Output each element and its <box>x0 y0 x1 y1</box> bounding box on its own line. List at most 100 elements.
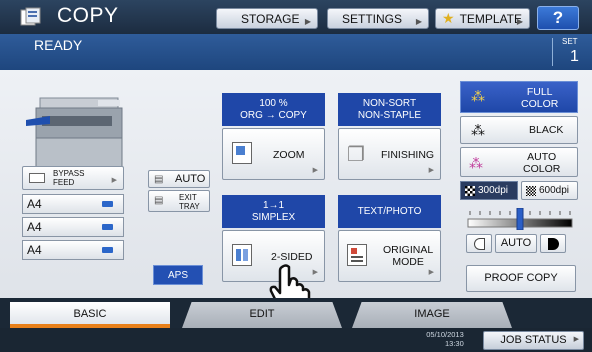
help-button[interactable]: ? <box>537 6 579 30</box>
tray-2[interactable]: A4 <box>22 217 124 237</box>
arrow-icon: ▶ <box>516 17 523 26</box>
2-sided-label: 2-SIDED <box>271 251 313 263</box>
tray-1[interactable]: A4 <box>22 194 124 214</box>
arrow-icon: ▶ <box>111 177 117 184</box>
time: 13:30 <box>445 339 464 348</box>
proof-copy-button[interactable]: PROOF COPY <box>466 265 576 292</box>
duplex-icon <box>232 244 252 266</box>
bypass-icon <box>29 173 45 183</box>
datetime: 05/10/2013 13:30 <box>422 330 464 348</box>
arrow-icon: ▶ <box>428 167 434 174</box>
tray-3[interactable]: A4 <box>22 240 124 260</box>
checker-icon <box>465 186 475 196</box>
job-status-label: JOB STATUS <box>500 334 567 346</box>
finishing-button[interactable]: ❐ FINISHING ▶ <box>338 128 441 180</box>
tray-2-size: A4 <box>27 220 42 234</box>
arrow-icon: ▶ <box>428 269 434 276</box>
arrow-icon: ▶ <box>304 17 311 26</box>
full-label-2: COLOR <box>521 98 559 110</box>
black-label: BLACK <box>529 124 564 136</box>
template-button[interactable]: ★ TEMPLATE ▶ <box>435 8 530 29</box>
300dpi-label: 300dpi <box>478 185 509 196</box>
copier-illustration <box>20 80 135 171</box>
copy-icon <box>20 7 42 27</box>
auto-exit-button[interactable]: ▤ AUTO <box>148 170 210 188</box>
duplex-mode: SIMPLEX <box>251 211 296 223</box>
black-icon: ⁂ <box>471 122 485 138</box>
star-icon: ★ <box>442 10 455 26</box>
tray-1-size: A4 <box>27 197 42 211</box>
set-count: 1 <box>570 48 579 65</box>
bypass-label-1: BYPASS <box>53 169 85 178</box>
original-mode-button[interactable]: ORIGINAL MODE ▶ <box>338 230 441 282</box>
storage-label: STORAGE <box>241 11 300 26</box>
original-mode-info: TEXT/PHOTO <box>338 195 441 228</box>
exit-tray-button[interactable]: ▤ EXIT TRAY <box>148 190 210 212</box>
auto-color-label-2: COLOR <box>523 163 561 175</box>
lighter-button[interactable] <box>466 234 492 253</box>
bypass-feed-button[interactable]: BYPASS FEED ▶ <box>22 166 124 190</box>
duplex-ratio: 1→1 <box>262 199 285 211</box>
duplex-info: 1→1 SIMPLEX <box>222 195 325 228</box>
auto-color-label-1: AUTO <box>527 151 557 163</box>
tab-basic[interactable]: BASIC <box>10 302 170 328</box>
full-color-icon: ⁂ <box>471 88 485 104</box>
auto-color-icon: ⁂ <box>469 155 483 171</box>
tab-edit[interactable]: EDIT <box>182 302 342 328</box>
auto-label: AUTO <box>175 173 206 185</box>
staple-mode: NON-STAPLE <box>357 109 422 121</box>
auto-color-button[interactable]: ⁂ AUTO COLOR <box>460 147 578 177</box>
tray-icon: ▤ <box>154 174 164 185</box>
original-mode-value: TEXT/PHOTO <box>357 205 422 217</box>
settings-button[interactable]: SETTINGS ▶ <box>327 8 429 29</box>
600dpi-button[interactable]: 600dpi <box>521 181 578 200</box>
full-label-1: FULL <box>526 86 553 98</box>
date: 05/10/2013 <box>426 330 464 339</box>
zoom-button[interactable]: ZOOM ▶ <box>222 128 325 180</box>
finishing-info: NON-SORT NON-STAPLE <box>338 93 441 126</box>
arrow-icon: ▶ <box>415 17 422 26</box>
600dpi-label: 600dpi <box>539 185 570 196</box>
zoom-icon <box>232 142 252 164</box>
darker-icon <box>548 238 559 250</box>
paper-icon <box>102 247 113 253</box>
sort-mode: NON-SORT <box>362 97 417 109</box>
zoom-label: ZOOM <box>273 149 305 161</box>
zoom-info: 100 % ORG → COPY <box>222 93 325 126</box>
paper-icon <box>102 201 113 207</box>
zoom-ratio: 100 % <box>259 97 288 109</box>
finishing-icon: ❐ <box>347 144 365 166</box>
tray-icon: ▤ <box>154 195 164 206</box>
status-text: READY <box>34 37 83 53</box>
exit-label-2: TRAY <box>179 202 200 211</box>
template-label: TEMPLATE <box>459 11 523 26</box>
arrow-icon: ▶ <box>312 167 318 174</box>
original-label-1: ORIGINAL <box>383 244 434 256</box>
page-title: COPY <box>57 4 119 27</box>
status-bar <box>0 34 592 70</box>
divider <box>552 38 553 66</box>
zoom-mapping: ORG → COPY <box>240 109 307 121</box>
finishing-label: FINISHING <box>381 149 435 161</box>
lighter-icon <box>474 238 485 250</box>
tray-3-size: A4 <box>27 243 42 257</box>
black-button[interactable]: ⁂ BLACK <box>460 116 578 144</box>
aps-button[interactable]: APS <box>153 265 203 285</box>
settings-label: SETTINGS <box>342 11 403 26</box>
fine-checker-icon <box>526 186 536 196</box>
storage-button[interactable]: STORAGE ▶ <box>216 8 318 29</box>
original-label-2: MODE <box>392 256 424 268</box>
darker-button[interactable] <box>540 234 566 253</box>
300dpi-button[interactable]: 300dpi <box>460 181 518 200</box>
density-slider[interactable] <box>466 207 574 231</box>
bypass-label-2: FEED <box>53 178 75 187</box>
original-mode-icon <box>347 244 367 266</box>
job-status-button[interactable]: JOB STATUS ▶ <box>483 331 584 350</box>
arrow-icon: ▶ <box>573 336 579 343</box>
set-label: SET <box>562 37 578 46</box>
full-color-button[interactable]: ⁂ FULL COLOR <box>460 81 578 113</box>
tab-image[interactable]: IMAGE <box>352 302 512 328</box>
density-auto-button[interactable]: AUTO <box>495 234 537 253</box>
paper-icon <box>102 224 113 230</box>
exit-label-1: EXIT <box>179 193 197 202</box>
